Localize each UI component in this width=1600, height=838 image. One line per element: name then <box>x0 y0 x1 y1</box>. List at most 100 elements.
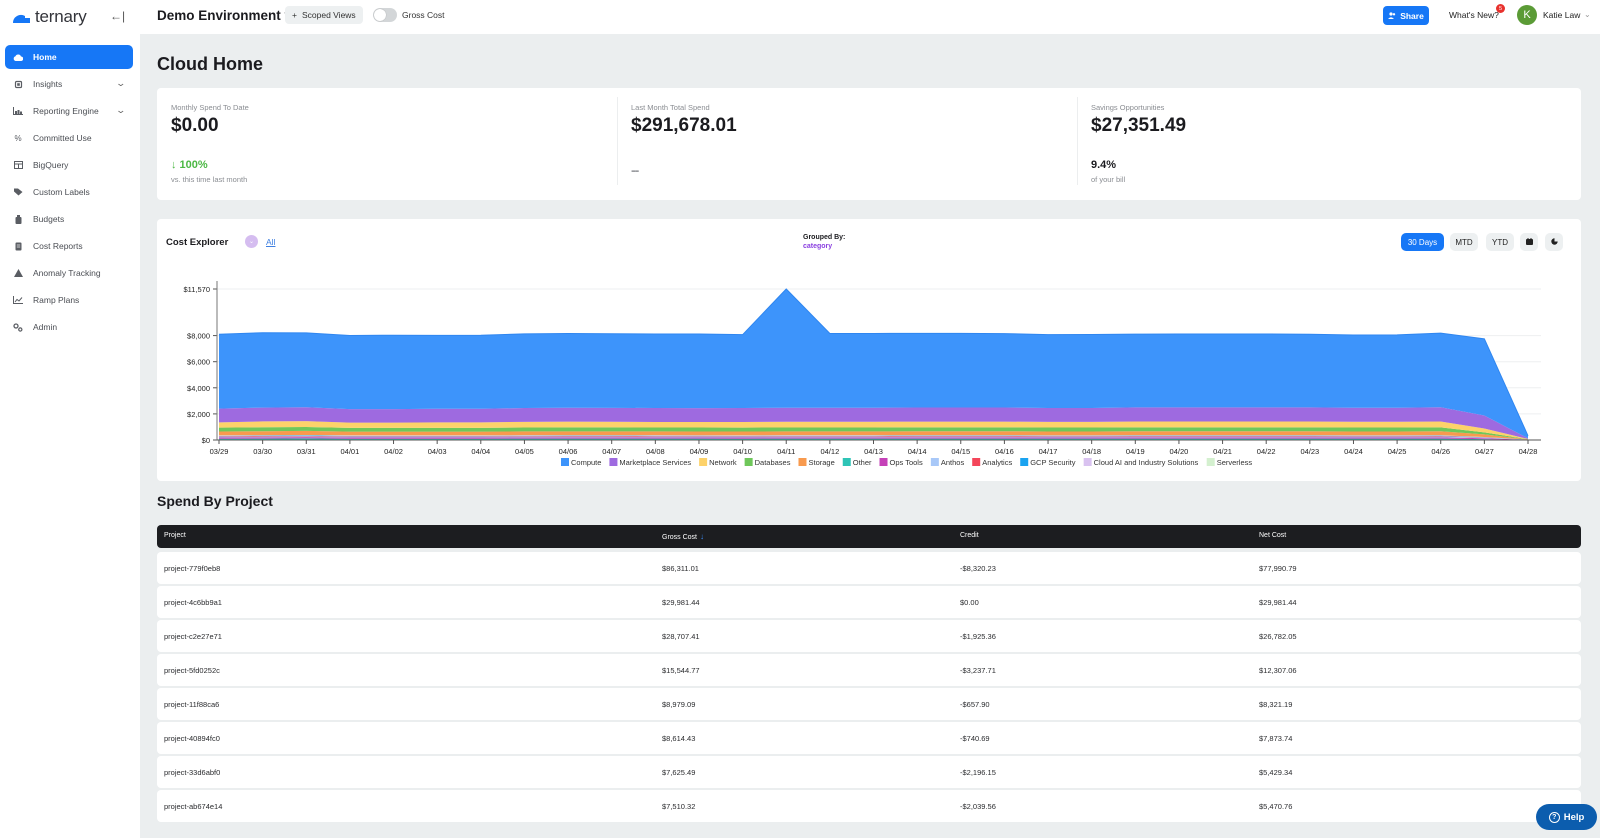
page-title: Cloud Home <box>157 54 263 74</box>
legend-label[interactable]: Storage <box>808 458 834 467</box>
table-row[interactable]: project-779f0eb8 $86,311.01 -$8,320.23 $77,… <box>157 552 1581 584</box>
help-button[interactable]: ? Help <box>1536 804 1597 830</box>
cell-gross: $28,707.41 <box>662 632 700 641</box>
chevron-down-icon[interactable]: ⌄ <box>116 78 127 89</box>
x-tick-label: 04/23 <box>1300 447 1319 456</box>
kpi-label: Savings Opportunities <box>1091 103 1165 112</box>
collapse-sidebar-icon[interactable]: ←| <box>110 9 125 23</box>
table-row[interactable]: project-4c6bb9a1 $29,981.44 $0.00 $29,981.4… <box>157 586 1581 618</box>
chevron-down-icon[interactable]: ⌄ <box>116 105 127 116</box>
chip-icon <box>13 79 23 89</box>
gross-cost-toggle[interactable] <box>373 8 397 22</box>
x-tick-label: 04/17 <box>1039 447 1058 456</box>
sidebar-item-label: Budgets <box>33 214 65 224</box>
column-header-project[interactable]: Project <box>164 532 186 539</box>
cost-area-chart[interactable]: $0 $2,000 $4,000 $6,000 $8,000 $11,570 03/29 03… <box>157 219 1581 481</box>
legend-label[interactable]: Marketplace Services <box>619 458 691 467</box>
sidebar-item-ramp-plans[interactable]: Ramp Plans <box>5 288 133 312</box>
user-avatar[interactable]: K <box>1517 5 1537 25</box>
kpi-value[interactable]: $27,351.49 <box>1091 115 1186 137</box>
table-row[interactable]: project-c2e27e71 $28,707.41 -$1,925.36 $26,… <box>157 620 1581 652</box>
legend-label[interactable]: GCP Security <box>1030 458 1076 467</box>
table-row[interactable]: project-5fd0252c $15,544.77 -$3,237.71 $12,… <box>157 654 1581 686</box>
cell-gross: $15,544.77 <box>662 666 700 675</box>
sidebar-item-label: BigQuery <box>33 160 69 170</box>
legend-label[interactable]: Ops Tools <box>890 458 923 467</box>
legend-swatch <box>744 458 753 466</box>
scoped-views-button[interactable]: + Scoped Views <box>285 6 363 24</box>
sidebar-item-admin[interactable]: Admin <box>5 315 133 339</box>
table-header: Project Gross Cost ↓ Credit Net Cost <box>157 525 1581 548</box>
legend-label[interactable]: Anthos <box>941 458 965 467</box>
cell-gross: $8,979.09 <box>662 700 696 709</box>
main-content: Cloud Home Monthly Spend To Date $0.00 ↓… <box>140 34 1600 838</box>
sidebar-item-home[interactable]: Home <box>5 45 133 69</box>
environment-title[interactable]: Demo Environment v2 <box>157 8 300 23</box>
table-row[interactable]: project-40894fc0 $8,614.43 -$740.69 $7,873.… <box>157 722 1581 754</box>
cell-credit: $0.00 <box>960 598 979 607</box>
cell-project: project-11f88ca6 <box>164 700 220 709</box>
sidebar-item-insights[interactable]: Insights ⌄ <box>5 72 133 96</box>
cell-gross: $7,510.32 <box>662 802 696 811</box>
cell-net: $29,981.44 <box>1259 598 1297 607</box>
sidebar-item-anomaly-tracking[interactable]: Anomaly Tracking <box>5 261 133 285</box>
x-tick-label: 04/27 <box>1475 447 1494 456</box>
column-header-net-cost[interactable]: Net Cost <box>1259 532 1286 539</box>
scoped-views-label: Scoped Views <box>301 10 356 20</box>
sidebar-item-committed-use[interactable]: % Committed Use <box>5 126 133 150</box>
sidebar-item-label: Committed Use <box>33 133 92 143</box>
legend-label[interactable]: Cloud AI and Industry Solutions <box>1094 458 1199 467</box>
kpi-label: Last Month Total Spend <box>631 103 710 112</box>
sidebar-item-reporting-engine[interactable]: Reporting Engine ⌄ <box>5 99 133 123</box>
help-label: Help <box>1563 811 1585 823</box>
cell-net: $7,873.74 <box>1259 734 1293 743</box>
legend-label[interactable]: Compute <box>571 458 601 467</box>
kpi-card: Monthly Spend To Date $0.00 ↓ 100% vs. t… <box>157 88 1581 200</box>
chevron-down-icon[interactable]: ⌄ <box>1584 10 1591 19</box>
column-header-credit[interactable]: Credit <box>960 532 979 539</box>
legend-swatch <box>1020 458 1029 466</box>
table-row[interactable]: project-33d6abf0 $7,625.49 -$2,196.15 $5,42… <box>157 756 1581 788</box>
kpi-delta: 9.4% <box>1091 159 1117 171</box>
cell-gross: $8,614.43 <box>662 734 696 743</box>
column-header-gross-cost[interactable]: Gross Cost ↓ <box>662 532 704 541</box>
sidebar-item-bigquery[interactable]: BigQuery <box>5 153 133 177</box>
table-row[interactable]: project-ab674e14 $7,510.32 -$2,039.56 $5,47… <box>157 790 1581 822</box>
x-tick-label: 04/01 <box>341 447 360 456</box>
cell-net: $26,782.05 <box>1259 632 1297 641</box>
plus-icon: + <box>292 10 297 20</box>
kpi-last-month-spend: Last Month Total Spend $291,678.01 -- <box>617 88 1077 200</box>
whats-new-link[interactable]: What's New? <box>1449 10 1499 20</box>
user-name[interactable]: Katie Law <box>1543 10 1580 20</box>
x-tick-label: 04/21 <box>1213 447 1232 456</box>
question-icon: ? <box>1548 811 1560 823</box>
sidebar-item-label: Admin <box>33 322 58 332</box>
cell-credit: -$3,237.71 <box>960 666 996 675</box>
x-tick-label: 04/19 <box>1126 447 1145 456</box>
table-row[interactable]: project-11f88ca6 $8,979.09 -$657.90 $8,321.… <box>157 688 1581 720</box>
kpi-value: $0.00 <box>171 115 219 136</box>
legend-swatch <box>1206 458 1215 466</box>
sidebar-item-cost-reports[interactable]: Cost Reports <box>5 234 133 258</box>
spend-by-project-title: Spend By Project <box>157 493 273 509</box>
sidebar-item-label: Custom Labels <box>33 187 90 197</box>
sidebar-item-budgets[interactable]: Budgets <box>5 207 133 231</box>
legend-label[interactable]: Other <box>853 458 872 467</box>
legend-label[interactable]: Network <box>709 458 737 467</box>
sidebar-item-custom-labels[interactable]: Custom Labels <box>5 180 133 204</box>
legend-swatch <box>879 458 888 466</box>
legend-label[interactable]: Analytics <box>982 458 1012 467</box>
x-tick-label: 04/26 <box>1431 447 1450 456</box>
legend-label[interactable]: Databases <box>755 458 791 467</box>
legend-label[interactable]: Serverless <box>1217 458 1253 467</box>
ternary-logo[interactable]: ternary <box>12 7 87 27</box>
x-tick-label: 04/15 <box>951 447 970 456</box>
cell-project: project-ab674e14 <box>164 802 223 811</box>
sidebar-item-label: Cost Reports <box>33 241 83 251</box>
legend-swatch <box>930 458 939 466</box>
legend-swatch <box>842 458 851 466</box>
kpi-delta: ↓ 100% <box>171 159 208 171</box>
share-button[interactable]: Share <box>1383 6 1429 25</box>
x-tick-label: 04/11 <box>777 447 795 456</box>
warning-icon <box>13 268 23 278</box>
